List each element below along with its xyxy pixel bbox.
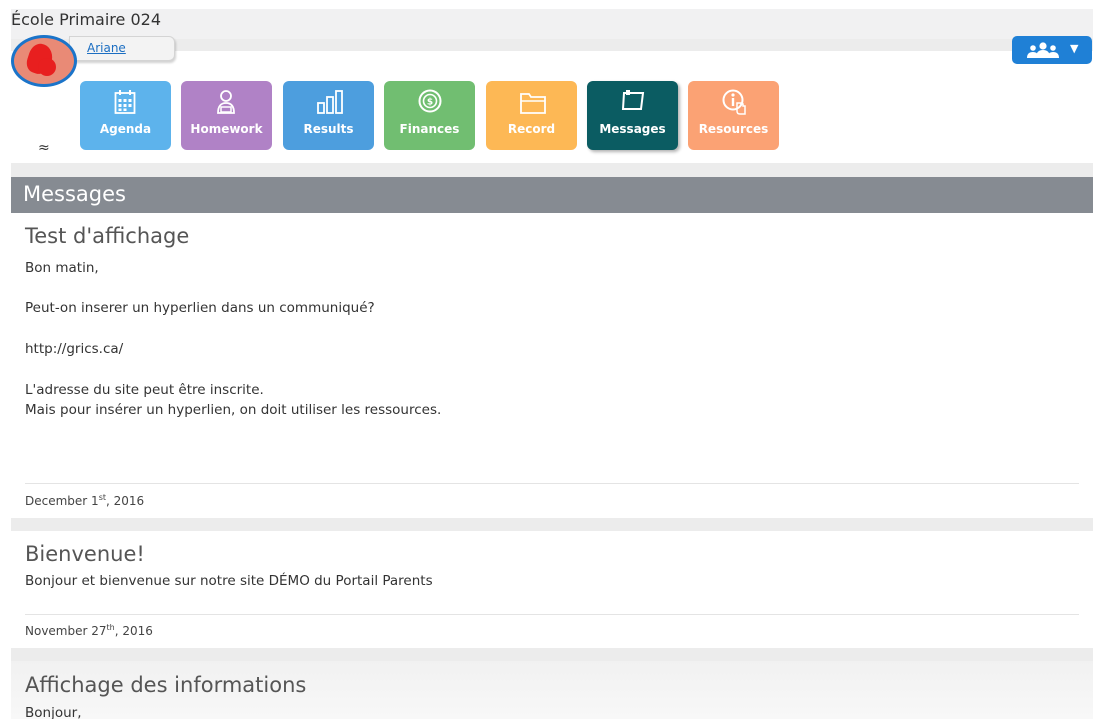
user-name-tab: Ariane [69,36,175,61]
message-line: Peut-on inserer un hyperlien dans un com… [25,300,375,316]
nav-tile-label: Finances [399,122,460,136]
nav-tile-messages[interactable]: Messages [587,81,678,150]
message-line: L'adresse du site peut être inscrite. [25,382,264,398]
section-header: Messages [11,177,1093,213]
divider [25,483,1079,484]
bar-chart-icon [317,90,343,114]
user-name-link[interactable]: Ariane [87,41,126,55]
message-line: Bon matin, [25,260,99,276]
message-line: http://grics.ca/ [25,341,124,357]
nav-tile-label: Resources [698,122,769,136]
nav-tile-label: Record [507,122,556,136]
message-date: November 27th, 2016 [25,623,153,638]
avatar[interactable] [11,35,77,87]
message-card: Bienvenue! Bonjour et bienvenue sur notr… [11,531,1093,648]
nav-tile-record[interactable]: Record [486,81,577,150]
nav-tile-results[interactable]: Results [283,81,374,150]
nav-tile-label: Agenda [99,122,152,136]
nav-tile-resources[interactable]: Resources [688,81,779,150]
message-title: Test d'affichage [25,224,190,248]
dollar-coin-icon: $ [418,89,442,113]
divider [25,614,1079,615]
nav-tile-label: Results [303,122,354,136]
nav-tile-agenda[interactable]: Agenda [80,81,171,150]
chevron-down-icon: ▼ [1070,42,1079,55]
nav-tile-homework[interactable]: Homework [181,81,272,150]
message-date: December 1st, 2016 [25,493,145,508]
avatar-image-shape [38,58,56,76]
section-title: Messages [23,182,126,206]
note-icon [621,90,645,110]
users-dropdown-button[interactable]: ▼ [1012,36,1092,64]
svg-text:$: $ [427,98,433,108]
collapse-icon[interactable]: ≈ [38,140,50,156]
message-title: Bienvenue! [25,542,145,566]
nav-tile-label: Messages [599,122,666,136]
message-line: Bonjour, [25,705,82,719]
message-line: Bonjour et bienvenue sur notre site DÉMO… [25,573,433,589]
message-card: Test d'affichage Bon matin, Peut-on inse… [11,213,1093,518]
message-card: Affichage des informations Bonjour, [11,661,1093,719]
folder-icon [520,93,546,114]
message-line: Mais pour insérer un hyperlien, on doit … [25,402,442,418]
calendar-icon [114,90,136,114]
school-bar: École Primaire 024 [11,9,1093,39]
nav-tile-finances[interactable]: $ Finances [384,81,475,150]
student-icon [217,90,235,114]
message-title: Affichage des informations [25,673,307,697]
school-name: École Primaire 024 [11,10,161,29]
users-icon [1027,42,1059,58]
app-frame: École Primaire 024 Ariane ▼ Agenda Homew… [11,9,1093,719]
info-hand-icon [722,89,746,115]
nav-tile-label: Homework [190,122,263,136]
